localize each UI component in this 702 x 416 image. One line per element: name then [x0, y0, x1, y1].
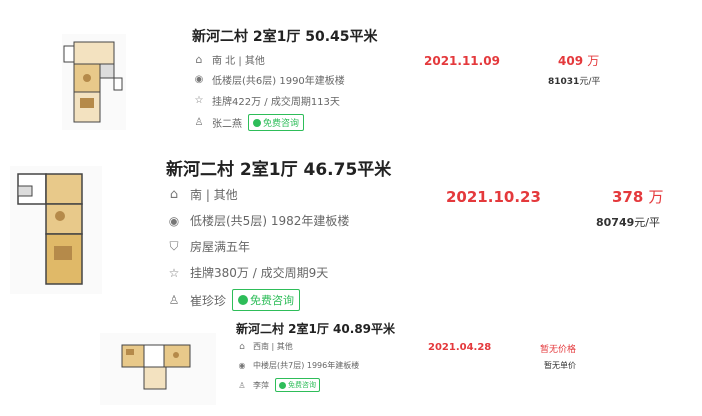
total-price-value: 暂无价格 [540, 345, 577, 355]
deal-date: 2021.04.28 [428, 342, 492, 353]
unit-price-value: 暂无单价 [544, 361, 576, 370]
orientation-text: 西南 | 其他 [253, 342, 293, 351]
orientation-row: ⌂ 西南 | 其他 [236, 341, 293, 352]
consult-button[interactable]: 免费咨询 [275, 378, 320, 392]
listing-card-3[interactable]: 新河二村 2室1厅 40.89平米 ⌂ 西南 | 其他 ◉ 中楼层(共7层) 1… [0, 0, 702, 416]
listing-title[interactable]: 新河二村 2室1厅 40.89平米 [236, 320, 395, 337]
agent-row: ♙ 李萍 免费咨询 [236, 378, 320, 392]
consult-label: 免费咨询 [288, 381, 316, 389]
total-price: 暂无价格 [540, 342, 576, 355]
agent-name[interactable]: 李萍 [253, 380, 269, 391]
floor-row: ◉ 中楼层(共7层) 1996年建板楼 [236, 360, 360, 371]
house-icon: ⌂ [239, 341, 245, 352]
floor-plan-image[interactable] [100, 333, 216, 405]
location-pin-icon: ◉ [238, 361, 246, 370]
unit-price: 暂无单价 [544, 360, 576, 371]
floor-text: 中楼层(共7层) 1996年建板楼 [253, 361, 360, 370]
chat-bubble-icon [279, 381, 286, 389]
person-icon: ♙ [238, 380, 246, 390]
